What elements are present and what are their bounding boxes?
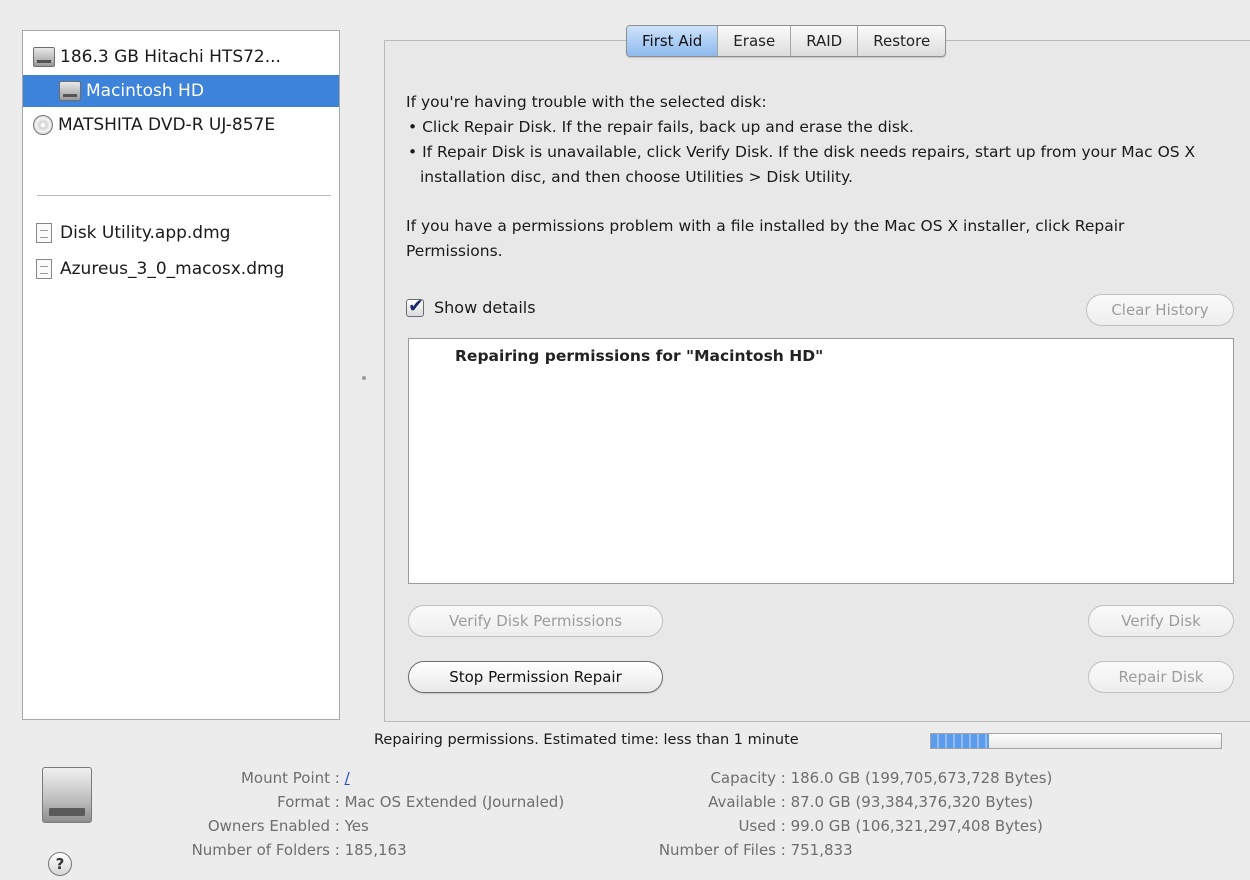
status-message: Repairing permissions. Estimated time: l… [374,732,799,748]
used-row: Used : 99.0 GB (106,321,297,408 Bytes) [600,814,1052,838]
tab-raid[interactable]: RAID [791,26,859,56]
show-details-checkbox[interactable]: Show details [406,295,536,317]
clear-history-button[interactable]: Clear History [1086,294,1234,326]
disk-image-icon [36,223,52,243]
sidebar-item-label: 186.3 GB Hitachi HTS72... [60,47,281,67]
tab-erase[interactable]: Erase [718,26,792,56]
disk-info-right: Capacity : 186.0 GB (199,705,673,728 Byt… [600,766,1053,862]
sidebar-item-macintosh-hd[interactable]: Macintosh HD [23,75,339,107]
files-label: Number of Files [658,841,776,859]
files-row: Number of Files : 751,833 [600,838,1052,862]
capacity-value: 186.0 GB (199,705,673,728 Bytes) [790,769,1053,787]
sidebar-item-azureus-dmg[interactable]: Azureus_3_0_macosx.dmg [23,253,339,285]
format-label: Format [277,793,330,811]
selected-disk-icon [42,767,92,823]
sidebar-divider [37,195,331,196]
available-label: Available [708,793,776,811]
progress-bar [930,733,1222,749]
instructions-bullet-repair: • Click Repair Disk. If the repair fails… [408,118,914,136]
sidebar-item-hitachi-drive[interactable]: 186.3 GB Hitachi HTS72... [23,41,339,73]
verify-disk-permissions-button[interactable]: Verify Disk Permissions [408,605,663,637]
show-details-label: Show details [434,298,536,317]
available-row: Available : 87.0 GB (93,384,376,320 Byte… [600,790,1052,814]
sidebar-item-label: Macintosh HD [86,81,204,101]
tab-first-aid[interactable]: First Aid [627,26,719,56]
instructions-intro: If you're having trouble with the select… [406,93,767,111]
hard-drive-icon [33,47,55,67]
sidebar-item-dvd-drive[interactable]: MATSHITA DVD-R UJ-857E [23,109,339,141]
first-aid-instructions: If you're having trouble with the select… [406,90,1216,190]
details-log[interactable]: Repairing permissions for "Macintosh HD" [408,338,1234,584]
mount-point-row: Mount Point : / [120,766,564,790]
files-value: 751,833 [790,841,853,859]
sidebar-item-label: MATSHITA DVD-R UJ-857E [58,115,276,135]
help-icon[interactable]: ? [48,852,72,876]
checkbox-checked-icon[interactable] [406,295,424,317]
mount-point-label: Mount Point [240,769,330,787]
used-value: 99.0 GB (106,321,297,408 Bytes) [790,817,1043,835]
format-value: Mac OS Extended (Journaled) [344,793,565,811]
volume-icon [59,81,81,101]
folders-row: Number of Folders : 185,163 [120,838,564,862]
tab-restore[interactable]: Restore [858,26,945,56]
split-view-handle[interactable] [362,376,366,380]
owners-enabled-value: Yes [344,817,369,835]
repair-disk-button[interactable]: Repair Disk [1088,661,1234,693]
instructions-bullet-verify: • If Repair Disk is unavailable, click V… [408,143,1196,186]
progress-bar-fill [931,734,989,748]
tab-bar: First Aid Erase RAID Restore [626,25,947,57]
sidebar-item-label: Disk Utility.app.dmg [60,223,231,243]
format-row: Format : Mac OS Extended (Journaled) [120,790,564,814]
disk-info-left: Mount Point : / Format : Mac OS Extended… [120,766,565,862]
owners-enabled-label: Owners Enabled [207,817,330,835]
capacity-row: Capacity : 186.0 GB (199,705,673,728 Byt… [600,766,1052,790]
folders-value: 185,163 [344,841,407,859]
stop-permission-repair-button[interactable]: Stop Permission Repair [408,661,663,693]
sidebar-item-disk-utility-dmg[interactable]: Disk Utility.app.dmg [23,217,339,249]
dvd-drive-icon [33,115,53,135]
verify-disk-button[interactable]: Verify Disk [1088,605,1234,637]
disk-image-icon [36,259,52,279]
disk-list-sidebar[interactable]: 186.3 GB Hitachi HTS72... Macintosh HD M… [22,30,340,720]
log-line: Repairing permissions for "Macintosh HD" [455,347,824,365]
capacity-label: Capacity [710,769,776,787]
owners-enabled-row: Owners Enabled : Yes [120,814,564,838]
mount-point-link[interactable]: / [345,769,350,787]
folders-label: Number of Folders [191,841,330,859]
used-label: Used [738,817,776,835]
available-value: 87.0 GB (93,384,376,320 Bytes) [790,793,1034,811]
sidebar-item-label: Azureus_3_0_macosx.dmg [60,259,285,279]
permissions-note: If you have a permissions problem with a… [406,217,1125,260]
